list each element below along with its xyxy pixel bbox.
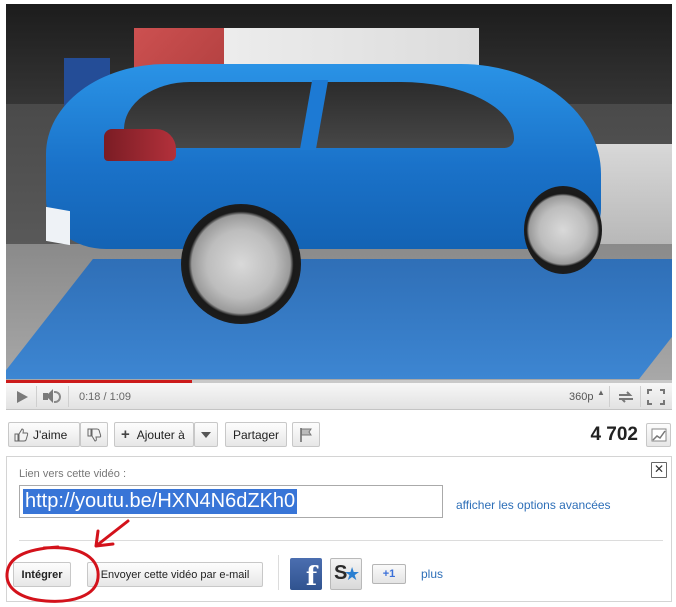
- share-url-field[interactable]: http://youtu.be/HXN4N6dZKh0: [19, 485, 443, 518]
- embed-button[interactable]: Intégrer: [13, 562, 71, 587]
- popout-icon[interactable]: [615, 388, 637, 406]
- video-scene-dyno-mat: [6, 259, 672, 379]
- stats-button[interactable]: [646, 423, 671, 447]
- quality-selector[interactable]: 360p: [569, 391, 593, 403]
- chevron-up-icon[interactable]: ▲: [597, 388, 605, 397]
- popout-arrows-svg: [619, 391, 633, 403]
- share-label: Partager: [232, 427, 280, 442]
- google-plus-one-button[interactable]: +1: [372, 564, 406, 584]
- playback-time: 0:18 / 1:09: [79, 391, 131, 403]
- video-scene-rear-wheel: [181, 204, 301, 324]
- dislike-button[interactable]: [80, 422, 108, 447]
- video-player[interactable]: [6, 4, 672, 381]
- control-divider: [68, 386, 69, 407]
- add-to-button[interactable]: + Ajouter à: [114, 422, 194, 447]
- star-icon: ★: [344, 564, 361, 584]
- volume-icon[interactable]: [41, 388, 63, 406]
- control-divider: [609, 386, 610, 407]
- add-to-label: Ajouter à: [136, 427, 185, 442]
- share-panel-divider: [19, 540, 663, 541]
- share-url-text: http://youtu.be/HXN4N6dZKh0: [23, 489, 298, 514]
- stats-chart-icon: [651, 428, 666, 442]
- thumbs-up-icon: [14, 427, 29, 441]
- control-divider: [36, 386, 37, 407]
- close-icon[interactable]: ✕: [651, 462, 667, 478]
- volume-cone-shape: [46, 389, 53, 403]
- plus-icon: +: [121, 426, 130, 443]
- like-label: J'aime: [33, 427, 68, 442]
- myspace-icon[interactable]: S ★: [330, 558, 362, 590]
- video-scene-plate: [46, 206, 70, 246]
- youtube-watch-page: 0:18 / 1:09 360p ▲ J'aime + Ajouter à Pa…: [0, 0, 676, 607]
- play-icon[interactable]: [12, 388, 30, 406]
- share-link-title: Lien vers cette vidéo :: [19, 468, 127, 480]
- thumbs-down-icon: [87, 428, 102, 442]
- control-divider: [640, 386, 641, 407]
- email-video-button[interactable]: Envoyer cette vidéo par e-mail: [87, 562, 263, 587]
- advanced-options-link[interactable]: afficher les options avancées: [456, 498, 611, 512]
- fullscreen-arrows-svg: [647, 389, 665, 405]
- share-button[interactable]: Partager: [225, 422, 287, 447]
- flag-button[interactable]: [292, 422, 320, 447]
- video-scene-taillight: [104, 129, 176, 161]
- add-to-menu-button[interactable]: [194, 422, 218, 447]
- more-share-link[interactable]: plus: [421, 567, 443, 581]
- video-scene-front-wheel: [524, 186, 602, 274]
- player-control-bar: 0:18 / 1:09 360p ▲: [6, 383, 672, 410]
- email-video-label: Envoyer cette vidéo par e-mail: [100, 568, 250, 581]
- facebook-icon[interactable]: f: [290, 558, 322, 590]
- share-buttons-divider: [278, 555, 279, 590]
- flag-icon: [300, 427, 312, 442]
- view-count: 4 702: [590, 424, 638, 445]
- like-button[interactable]: J'aime: [8, 422, 80, 447]
- volume-wave-shape: [54, 391, 61, 403]
- fullscreen-icon[interactable]: [645, 388, 667, 406]
- embed-label: Intégrer: [21, 568, 63, 581]
